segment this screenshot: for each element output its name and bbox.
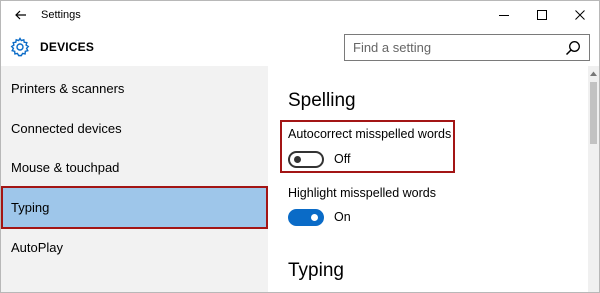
chevron-up-icon	[590, 71, 597, 76]
sidebar-item-connected-devices[interactable]: Connected devices	[1, 108, 268, 148]
page-title: DEVICES	[40, 40, 95, 54]
autocorrect-label: Autocorrect misspelled words	[288, 127, 452, 141]
maximize-button[interactable]	[523, 1, 561, 28]
settings-window: Settings DEVICES Find a setting Printers…	[0, 0, 600, 293]
highlight-label: Highlight misspelled words	[288, 186, 436, 200]
content-pane: Spelling Autocorrect misspelled words Of…	[268, 66, 588, 292]
sidebar-item-mouse-touchpad[interactable]: Mouse & touchpad	[1, 147, 268, 187]
sidebar-item-typing[interactable]: Typing	[1, 186, 268, 229]
highlight-toggle[interactable]	[288, 209, 324, 226]
sidebar-item-label: Connected devices	[11, 120, 122, 136]
sidebar-item-label: AutoPlay	[11, 239, 64, 255]
minimize-button[interactable]	[485, 1, 523, 28]
title-bar: Settings	[1, 1, 599, 28]
scroll-thumb[interactable]	[590, 82, 597, 144]
section-title-spelling: Spelling	[288, 90, 356, 111]
sidebar-item-label: Mouse & touchpad	[11, 159, 120, 175]
sidebar-item-label: Typing	[11, 200, 50, 215]
close-button[interactable]	[561, 1, 599, 28]
close-icon	[575, 9, 585, 20]
search-box[interactable]	[344, 34, 590, 61]
autocorrect-state: Off	[334, 152, 351, 166]
vertical-scrollbar[interactable]	[588, 66, 599, 292]
sidebar: Printers & scanners Connected devices Mo…	[1, 66, 268, 292]
sidebar-item-autoplay[interactable]: AutoPlay	[1, 227, 268, 267]
sidebar-item-label: Printers & scanners	[11, 80, 125, 96]
scroll-up-button[interactable]	[588, 66, 599, 80]
search-icon[interactable]	[565, 40, 581, 56]
toggle-knob	[294, 156, 301, 163]
back-button[interactable]	[1, 1, 41, 28]
back-arrow-icon	[15, 10, 26, 19]
gear-icon	[10, 37, 30, 57]
highlight-state: On	[334, 210, 351, 224]
window-title: Settings	[41, 8, 81, 21]
page-header: DEVICES	[1, 28, 599, 66]
toggle-knob	[311, 214, 318, 221]
search-input[interactable]	[345, 35, 555, 60]
window-controls	[485, 1, 599, 28]
section-title-typing: Typing	[288, 260, 344, 281]
autocorrect-toggle[interactable]	[288, 151, 324, 168]
minimize-icon	[499, 14, 509, 16]
sidebar-item-printers-scanners[interactable]: Printers & scanners	[1, 68, 268, 108]
maximize-icon	[537, 9, 547, 20]
